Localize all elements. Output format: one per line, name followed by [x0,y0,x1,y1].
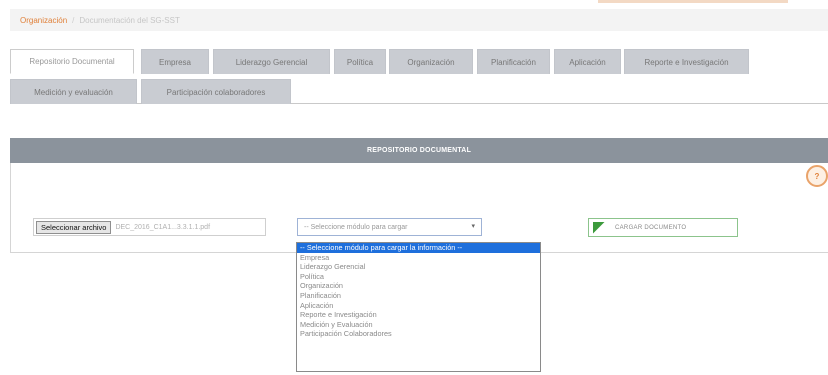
tab-organizacion[interactable]: Organización [389,49,473,74]
module-dropdown-list: -- Seleccione módulo para cargar la info… [296,242,541,372]
dropdown-option[interactable]: Organización [297,281,540,291]
tab-liderazgo-gerencial[interactable]: Liderazgo Gerencial [213,49,330,74]
selected-file-name: DEC_2016_C1A1...3.3.1.1.pdf [115,223,211,231]
tab-planificacion[interactable]: Planificación [477,49,550,74]
chevron-down-icon: ▾ [471,223,475,230]
top-bar [0,0,828,6]
panel-header: REPOSITORIO DOCUMENTAL [10,138,828,163]
panel-title: REPOSITORIO DOCUMENTAL [366,147,472,154]
dropdown-option[interactable]: Liderazgo Gerencial [297,262,540,272]
top-accent-strip [598,0,788,3]
choose-file-button[interactable]: Seleccionar archivo [36,220,112,234]
dropdown-option[interactable]: Política [297,272,540,282]
tab-aplicacion[interactable]: Aplicación [554,49,621,74]
dropdown-option[interactable]: -- Seleccione módulo para cargar la info… [297,243,540,253]
dropdown-option[interactable]: Reporte e Investigación [297,310,540,320]
file-input[interactable]: Seleccionar archivo DEC_2016_C1A1...3.3.… [33,218,266,236]
dropdown-option[interactable]: Empresa [297,253,540,263]
upload-document-button[interactable]: CARGAR DOCUMENTO [588,218,738,237]
panel-body [10,163,828,253]
tab-medicion-evaluacion[interactable]: Medición y evaluación [10,79,137,104]
tab-reporte-investigacion[interactable]: Reporte e Investigación [624,49,749,74]
dropdown-option[interactable]: Planificación [297,291,540,301]
upload-icon [593,221,605,234]
breadcrumb-link-organizacion[interactable]: Organización [20,16,67,25]
module-tabs: Repositorio Documental Empresa Liderazgo… [10,49,828,104]
tab-empresa[interactable]: Empresa [141,49,209,74]
help-icon-glyph: ? [814,171,820,181]
breadcrumb-separator: / [72,15,75,25]
dropdown-option[interactable]: Medición y Evaluación [297,320,540,330]
upload-button-label: CARGAR DOCUMENTO [615,224,687,231]
module-select[interactable]: -- Seleccione módulo para cargar ▾ [297,218,482,236]
breadcrumb: Organización / Documentación del SG-SST [10,9,828,31]
dropdown-option[interactable]: Participación Colaboradores [297,329,540,339]
tab-politica[interactable]: Política [334,49,386,74]
help-icon[interactable]: ? [806,165,828,187]
module-select-value: -- Seleccione módulo para cargar [304,223,408,231]
tab-participacion-colaboradores[interactable]: Participación colaboradores [141,79,291,104]
dropdown-option[interactable]: Aplicación [297,301,540,311]
tab-repositorio-documental[interactable]: Repositorio Documental [10,49,134,74]
breadcrumb-current: Documentación del SG-SST [79,15,180,25]
